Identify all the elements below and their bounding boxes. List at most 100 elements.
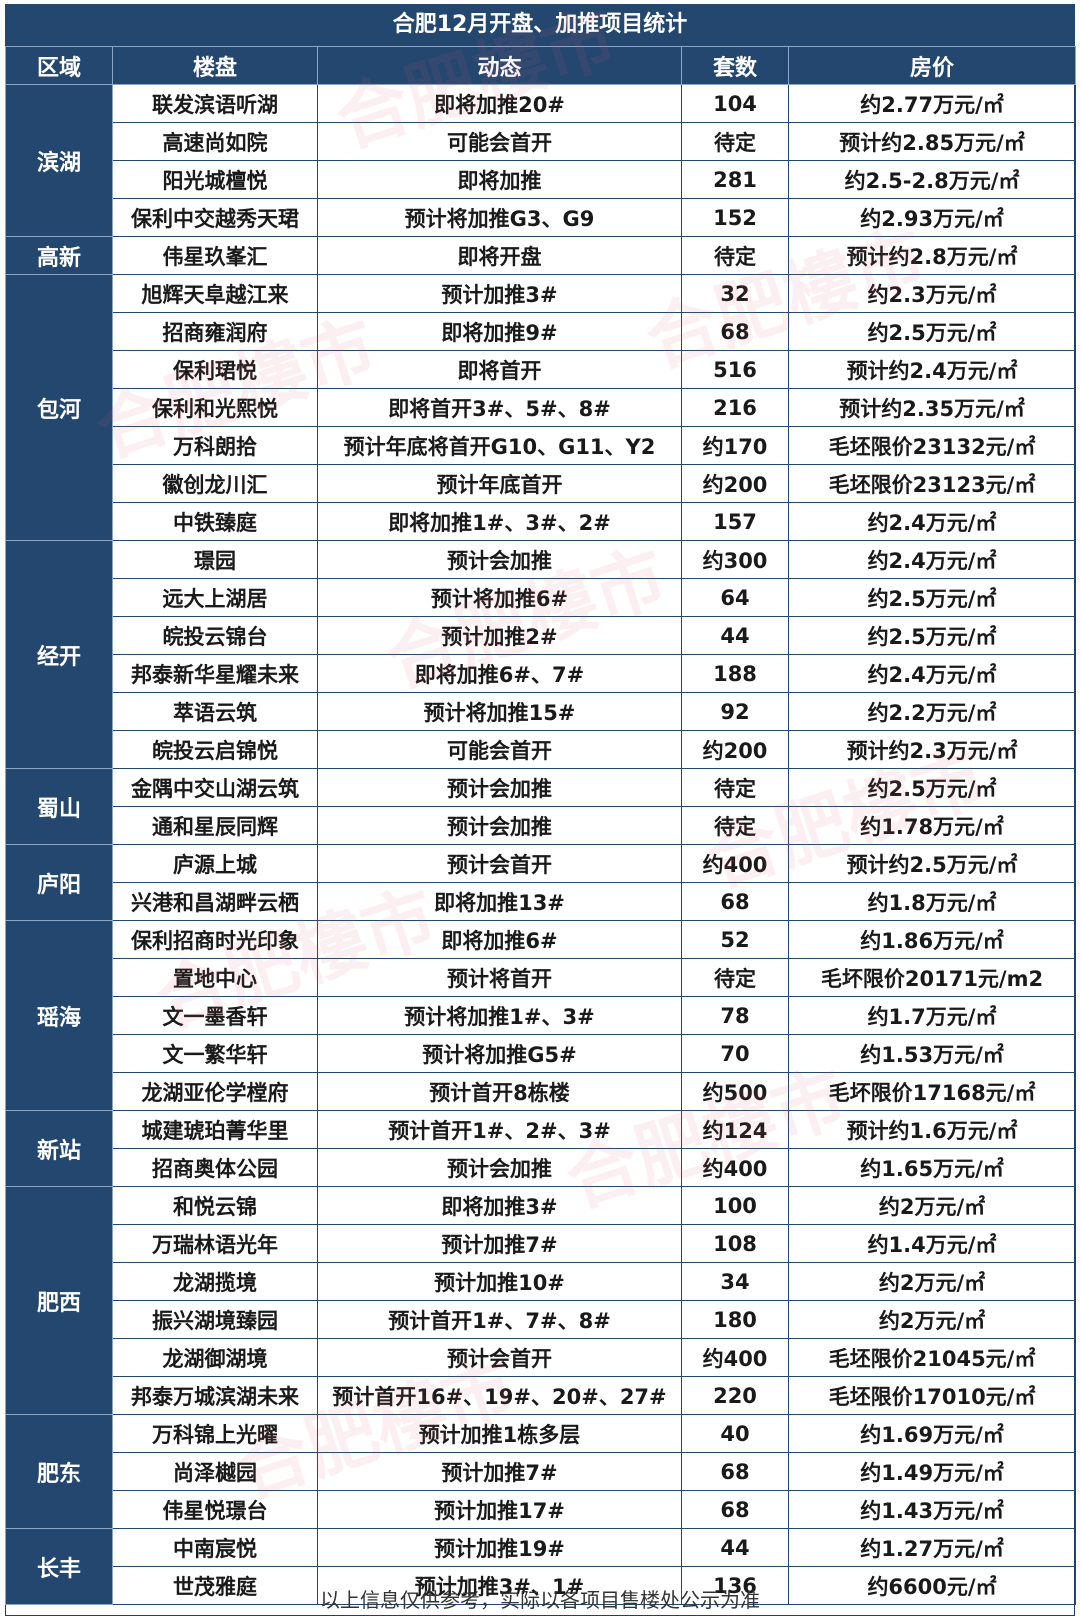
project-name-cell: 城建琥珀菁华里 — [112, 1110, 318, 1149]
project-name-cell: 文一繁华轩 — [112, 1034, 318, 1073]
header-region: 区域 — [5, 46, 113, 85]
region-cell: 包河 — [5, 274, 113, 541]
project-status-cell: 预计加推3# — [317, 274, 682, 313]
project-name-cell: 保利和光熙悦 — [112, 388, 318, 427]
price-cell: 约2.4万元/㎡ — [788, 654, 1076, 693]
project-name-cell: 万科朗拾 — [112, 426, 318, 465]
price-cell: 毛坯限价21045元/㎡ — [788, 1338, 1076, 1377]
unit-count-cell: 待定 — [681, 236, 789, 275]
table-row: 皖投云锦台 预计加推2# 44 约2.5万元/㎡ — [6, 616, 1076, 655]
project-status-cell: 预计加推10# — [317, 1262, 682, 1301]
region-cell: 新站 — [5, 1110, 113, 1187]
unit-count-cell: 待定 — [681, 806, 789, 845]
project-name-cell: 龙湖揽境 — [112, 1262, 318, 1301]
table-row: 肥西 和悦云锦 即将加推3# 100 约2万元/㎡ — [5, 1186, 1076, 1415]
unit-count-cell: 180 — [681, 1300, 789, 1339]
price-cell: 约1.8万元/㎡ — [788, 882, 1076, 921]
price-cell: 约1.86万元/㎡ — [788, 920, 1076, 959]
page-title: 合肥12月开盘、加推项目统计 — [5, 4, 1075, 46]
unit-count-cell: 92 — [681, 692, 789, 731]
price-cell: 预计约1.6万元/㎡ — [788, 1110, 1076, 1149]
table-row: 萃语云筑 预计将加推15# 92 约2.2万元/㎡ — [6, 692, 1076, 731]
region-cell: 肥东 — [5, 1414, 113, 1529]
unit-count-cell: 约400 — [681, 1148, 789, 1187]
table-row: 招商雍润府 即将加推9# 68 约2.5万元/㎡ — [6, 312, 1076, 351]
price-cell: 毛坏限价20171元/m2 — [788, 958, 1076, 997]
region-cell: 滨湖 — [5, 84, 113, 237]
price-cell: 约2.93万元/㎡ — [788, 198, 1076, 237]
table-row: 龙湖御湖境 预计会首开 约400 毛坯限价21045元/㎡ — [6, 1338, 1076, 1377]
unit-count-cell: 68 — [681, 1490, 789, 1529]
region-cell: 瑶海 — [5, 920, 113, 1111]
header-status: 动态 — [317, 46, 682, 85]
table-row: 伟星悦璟台 预计加推17# 68 约1.43万元/㎡ — [6, 1490, 1076, 1529]
price-cell: 约2万元/㎡ — [788, 1186, 1076, 1225]
project-name-cell: 萃语云筑 — [112, 692, 318, 731]
table-row: 文一墨香轩 预计将加推1#、3# 78 约1.7万元/㎡ — [6, 996, 1076, 1035]
project-status-cell: 即将加推20# — [317, 84, 682, 123]
project-status-cell: 即将首开 — [317, 350, 682, 389]
table-row: 阳光城檀悦 即将加推 281 约2.5-2.8万元/㎡ — [6, 160, 1076, 199]
project-status-cell: 预计将加推1#、3# — [317, 996, 682, 1035]
price-cell: 约2.5万元/㎡ — [788, 312, 1076, 351]
price-cell: 约2.4万元/㎡ — [788, 502, 1076, 541]
project-name-cell: 龙湖亚伦学樘府 — [112, 1072, 318, 1111]
unit-count-cell: 216 — [681, 388, 789, 427]
project-status-cell: 可能会首开 — [317, 730, 682, 769]
project-status-cell: 即将加推6#、7# — [317, 654, 682, 693]
project-status-cell: 即将加推 — [317, 160, 682, 199]
project-name-cell: 振兴湖境臻园 — [112, 1300, 318, 1339]
table-row: 庐阳 庐源上城 预计会首开 约400 预计约2.5万元/㎡ — [5, 844, 1076, 921]
table-row: 保利和光熙悦 即将首开3#、5#、8# 216 预计约2.35万元/㎡ — [6, 388, 1076, 427]
project-status-cell: 即将加推3# — [317, 1186, 682, 1225]
price-cell: 约1.78万元/㎡ — [788, 806, 1076, 845]
price-cell: 预计约2.4万元/㎡ — [788, 350, 1076, 389]
project-name-cell: 庐源上城 — [112, 844, 318, 883]
table-row: 保利珺悦 即将首开 516 预计约2.4万元/㎡ — [6, 350, 1076, 389]
table-body: 滨湖 联发滨语听湖 即将加推20# 104 约2.77万元/㎡ 高速尚如院 可能会首开 待定预… — [5, 84, 1076, 1605]
header-price: 房价 — [788, 46, 1076, 85]
price-cell: 约1.27万元/㎡ — [788, 1528, 1076, 1567]
unit-count-cell: 约400 — [681, 844, 789, 883]
unit-count-cell: 约500 — [681, 1072, 789, 1111]
project-status-cell: 预计将加推6# — [317, 578, 682, 617]
project-name-cell: 邦泰万城滨湖未来 — [112, 1376, 318, 1415]
table-row: 中铁臻庭 即将加推1#、3#、2# 157 约2.4万元/㎡ — [6, 502, 1076, 541]
table-row: 置地中心 预计将首开 待定 毛坏限价20171元/m2 — [6, 958, 1076, 997]
project-name-cell: 联发滨语听湖 — [112, 84, 318, 123]
price-cell: 约2.5-2.8万元/㎡ — [788, 160, 1076, 199]
price-cell: 预计约2.8万元/㎡ — [788, 236, 1076, 275]
project-status-cell: 即将加推6# — [317, 920, 682, 959]
unit-count-cell: 约300 — [681, 540, 789, 579]
table-row: 包河 旭辉天阜越江来 预计加推3# 32 约2.3万元/㎡ — [5, 274, 1076, 541]
unit-count-cell: 44 — [681, 1528, 789, 1567]
project-name-cell: 招商奥体公园 — [112, 1148, 318, 1187]
table-row: 经开 璟园 预计会加推 约300 约2.4万元/㎡ — [5, 540, 1076, 769]
table-row: 高速尚如院 可能会首开 待定 预计约2.85万元/㎡ — [6, 122, 1076, 161]
project-name-cell: 保利招商时光印象 — [112, 920, 318, 959]
project-table: 区域 楼盘 动态 套数 房价 滨湖 联发滨语听湖 即将加推20# 104 约2.77万元… — [5, 46, 1076, 1605]
unit-count-cell: 约400 — [681, 1338, 789, 1377]
project-name-cell: 徽创龙川汇 — [112, 464, 318, 503]
unit-count-cell: 70 — [681, 1034, 789, 1073]
price-cell: 约1.7万元/㎡ — [788, 996, 1076, 1035]
price-cell: 毛坏限价17168元/㎡ — [788, 1072, 1076, 1111]
project-name-cell: 和悦云锦 — [112, 1186, 318, 1225]
table-row: 招商奥体公园 预计会加推 约400 约1.65万元/㎡ — [6, 1148, 1076, 1187]
price-cell: 约1.43万元/㎡ — [788, 1490, 1076, 1529]
unit-count-cell: 待定 — [681, 958, 789, 997]
region-cell: 高新 — [5, 236, 113, 275]
table-row: 瑶海 保利招商时光印象 即将加推6# 52 约1.86万元/㎡ — [5, 920, 1076, 1111]
price-cell: 预计约2.5万元/㎡ — [788, 844, 1076, 883]
project-name-cell: 旭辉天阜越江来 — [112, 274, 318, 313]
project-status-cell: 预计年底首开 — [317, 464, 682, 503]
price-cell: 预计约2.3万元/㎡ — [788, 730, 1076, 769]
unit-count-cell: 待定 — [681, 768, 789, 807]
price-cell: 约1.4万元/㎡ — [788, 1224, 1076, 1263]
unit-count-cell: 108 — [681, 1224, 789, 1263]
project-name-cell: 中铁臻庭 — [112, 502, 318, 541]
project-name-cell: 兴港和昌湖畔云栖 — [112, 882, 318, 921]
unit-count-cell: 220 — [681, 1376, 789, 1415]
unit-count-cell: 68 — [681, 1452, 789, 1491]
region-cell: 经开 — [5, 540, 113, 769]
